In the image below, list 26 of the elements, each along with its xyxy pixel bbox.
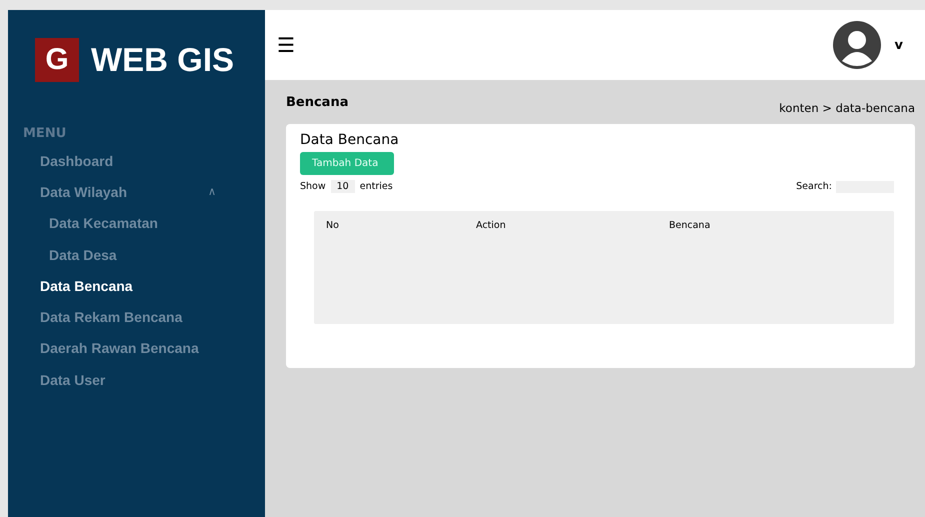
sidebar-item[interactable]: Dashboard — [8, 145, 260, 176]
add-button[interactable]: Tambah Data — [300, 152, 394, 175]
logo-letter: G — [35, 38, 79, 82]
avatar-icon[interactable] — [832, 21, 881, 69]
sidebar-item[interactable]: Daerah Rawan Bencana — [8, 332, 260, 364]
menu-icon[interactable]: ☰ — [277, 33, 295, 57]
sidebar-subitem[interactable]: Data Kecamatan — [8, 208, 269, 239]
expand-toggle[interactable]: ∧ — [208, 185, 216, 198]
logo-title: WEB GIS — [91, 41, 234, 79]
sidebar-item[interactable]: Data User — [8, 364, 260, 396]
page-title: Bencana — [286, 94, 348, 110]
sidebar-item[interactable]: Data Bencana — [8, 270, 260, 302]
column-header[interactable]: Action — [476, 220, 669, 231]
user-menu[interactable]: v — [894, 38, 903, 52]
sidebar-item[interactable]: Data Wilayah ∧ — [8, 176, 260, 208]
card-title: Data Bencana — [300, 132, 400, 148]
page-size-select[interactable]: 10 — [330, 180, 355, 193]
search-label: Search: — [796, 181, 832, 192]
column-header[interactable]: Bencana — [669, 220, 710, 231]
sidebar-item[interactable]: Data Rekam Bencana — [8, 301, 260, 333]
show-label: Show — [300, 181, 326, 192]
menu-heading: MENU — [23, 126, 68, 141]
entries-label: entries — [360, 181, 393, 192]
breadcrumb: konten > data-bencana — [779, 101, 915, 115]
column-header[interactable]: No — [326, 220, 476, 231]
sidebar-subitem[interactable]: Data Desa — [8, 238, 269, 270]
